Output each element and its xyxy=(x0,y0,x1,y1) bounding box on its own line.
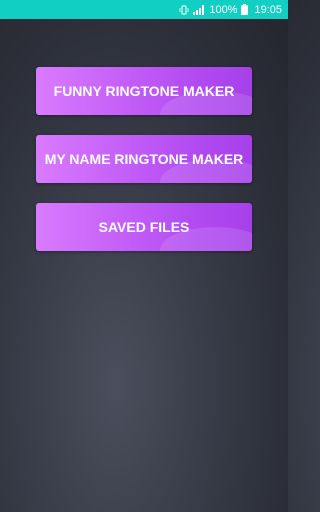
saved-files-button[interactable]: SAVED FILES xyxy=(36,203,252,251)
vibrate-icon xyxy=(179,5,189,15)
status-bar: 100% 19:05 xyxy=(0,0,288,19)
saved-files-label: SAVED FILES xyxy=(98,219,190,235)
funny-ringtone-maker-label: FUNNY RINGTONE MAKER xyxy=(53,83,235,99)
battery-percent: 100% xyxy=(209,3,238,16)
my-name-ringtone-maker-button[interactable]: MY NAME RINGTONE MAKER xyxy=(36,135,252,183)
clock-time: 19:05 xyxy=(254,3,282,16)
battery-icon xyxy=(241,4,249,15)
my-name-ringtone-maker-label: MY NAME RINGTONE MAKER xyxy=(44,151,244,167)
signal-icon xyxy=(193,4,205,15)
funny-ringtone-maker-button[interactable]: FUNNY RINGTONE MAKER xyxy=(36,67,252,115)
